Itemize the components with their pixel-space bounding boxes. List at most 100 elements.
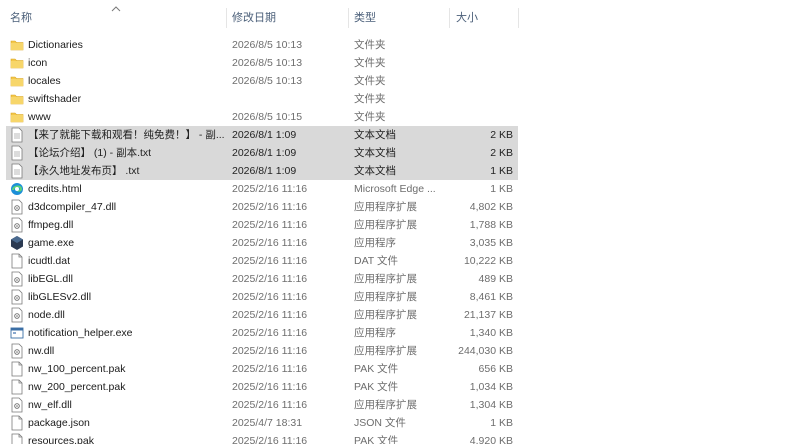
file-type: 应用程序扩展 (354, 309, 417, 321)
file-modified-date: 2025/2/16 11:16 (232, 435, 308, 444)
file-row[interactable]: 【永久地址发布页】 .txt 2026/8/1 1:09 文本文档 1 KB (6, 162, 518, 180)
file-size: 489 KB (478, 273, 513, 285)
file-type: 应用程序 (354, 327, 396, 339)
file-name: credits.html (28, 183, 82, 195)
file-row[interactable]: nw_200_percent.pak 2025/2/16 11:16 PAK 文件 1… (6, 378, 518, 396)
file-row[interactable]: credits.html 2025/2/16 11:16 Microsoft Edg… (6, 180, 518, 198)
file-type: 应用程序扩展 (354, 291, 417, 303)
file-size: 1,304 KB (469, 399, 513, 411)
dll-file-icon (10, 199, 24, 215)
text-file-icon (10, 163, 24, 179)
file-name: 【论坛介绍】 (1) - 副本.txt (28, 147, 152, 159)
file-name: nw_elf.dll (28, 399, 72, 411)
file-modified-date: 2025/2/16 11:16 (232, 381, 308, 393)
file-modified-date: 2026/8/1 1:09 (232, 129, 297, 141)
file-type: 文件夹 (354, 75, 386, 87)
dll-file-icon (10, 307, 24, 323)
file-modified-date: 2025/2/16 11:16 (232, 219, 308, 231)
file-modified-date: 2026/8/5 10:15 (232, 111, 303, 123)
file-modified-date: 2025/2/16 11:16 (232, 201, 308, 213)
file-type: 文件夹 (354, 93, 386, 105)
column-header-size[interactable]: 大小 (452, 8, 518, 28)
column-divider[interactable] (226, 8, 227, 28)
column-header-type[interactable]: 类型 (350, 8, 450, 28)
file-size: 3,035 KB (469, 237, 513, 249)
file-row[interactable]: locales 2026/8/5 10:13 文件夹 (6, 72, 518, 90)
blank-file-icon (10, 415, 24, 431)
file-name: game.exe (28, 237, 75, 249)
dll-file-icon (10, 397, 24, 413)
file-type: 应用程序 (354, 237, 396, 249)
text-file-icon (10, 145, 24, 161)
file-row[interactable]: libEGL.dll 2025/2/16 11:16 应用程序扩展 489 KB (6, 270, 518, 288)
file-modified-date: 2025/2/16 11:16 (232, 183, 308, 195)
file-modified-date: 2026/8/1 1:09 (232, 147, 297, 159)
dll-file-icon (10, 217, 24, 233)
file-row[interactable]: swiftshader 文件夹 (6, 90, 518, 108)
file-size: 1,340 KB (469, 327, 513, 339)
file-name: notification_helper.exe (28, 327, 133, 339)
file-row[interactable]: 【来了就能下载和观看！纯免费！】 - 副... 2026/8/1 1:09 文本文档… (6, 126, 518, 144)
file-modified-date: 2025/2/16 11:16 (232, 273, 308, 285)
file-type: 应用程序扩展 (354, 345, 417, 357)
file-row[interactable]: libGLESv2.dll 2025/2/16 11:16 应用程序扩展 8,461 … (6, 288, 518, 306)
file-list: Dictionaries 2026/8/5 10:13 文件夹 icon 2026/8/… (0, 36, 800, 444)
file-row[interactable]: resources.pak 2025/2/16 11:16 PAK 文件 4,920 … (6, 432, 518, 444)
file-row[interactable]: node.dll 2025/2/16 11:16 应用程序扩展 21,137 KB (6, 306, 518, 324)
file-row[interactable]: notification_helper.exe 2025/2/16 11:16 应用… (6, 324, 518, 342)
file-modified-date: 2026/8/1 1:09 (232, 165, 297, 177)
file-modified-date: 2025/2/16 11:16 (232, 309, 308, 321)
column-divider[interactable] (449, 8, 450, 28)
file-modified-date: 2026/8/5 10:13 (232, 75, 303, 87)
file-type: 应用程序扩展 (354, 201, 417, 213)
file-name: Dictionaries (28, 39, 83, 51)
column-header-date[interactable]: 修改日期 (228, 8, 348, 28)
file-row[interactable]: nw_elf.dll 2025/2/16 11:16 应用程序扩展 1,304 KB (6, 396, 518, 414)
file-name: nw.dll (28, 345, 55, 357)
file-row[interactable]: d3dcompiler_47.dll 2025/2/16 11:16 应用程序扩展 4… (6, 198, 518, 216)
file-row[interactable]: ffmpeg.dll 2025/2/16 11:16 应用程序扩展 1,788 KB (6, 216, 518, 234)
file-modified-date: 2025/2/16 11:16 (232, 363, 308, 375)
file-name: locales (28, 75, 61, 87)
file-type: 应用程序扩展 (354, 273, 417, 285)
file-row[interactable]: nw.dll 2025/2/16 11:16 应用程序扩展 244,030 KB (6, 342, 518, 360)
file-name: package.json (28, 417, 90, 429)
file-row[interactable]: www 2026/8/5 10:15 文件夹 (6, 108, 518, 126)
column-divider[interactable] (518, 8, 519, 28)
edge-icon (10, 181, 24, 197)
column-divider[interactable] (348, 8, 349, 28)
file-size: 4,802 KB (469, 201, 513, 213)
file-size: 244,030 KB (458, 345, 513, 357)
file-size: 21,137 KB (463, 309, 513, 321)
file-row[interactable]: icon 2026/8/5 10:13 文件夹 (6, 54, 518, 72)
blank-file-icon (10, 433, 24, 444)
file-size: 1 KB (490, 417, 513, 429)
file-modified-date: 2026/8/5 10:13 (232, 39, 303, 51)
file-name: ffmpeg.dll (28, 219, 74, 231)
file-modified-date: 2025/2/16 11:16 (232, 345, 308, 357)
text-file-icon (10, 127, 24, 143)
folder-icon (10, 73, 24, 89)
file-name: d3dcompiler_47.dll (28, 201, 117, 213)
file-name: icon (28, 57, 48, 69)
file-row[interactable]: 【论坛介绍】 (1) - 副本.txt 2026/8/1 1:09 文本文档 2 KB (6, 144, 518, 162)
file-size: 1,034 KB (469, 381, 513, 393)
file-size (438, 54, 513, 72)
dll-file-icon (10, 343, 24, 359)
file-type: PAK 文件 (354, 435, 399, 444)
folder-icon (10, 109, 24, 125)
file-name: 【来了就能下载和观看！纯免费！】 - 副... (28, 129, 225, 141)
file-name: libEGL.dll (28, 273, 73, 285)
file-row[interactable]: nw_100_percent.pak 2025/2/16 11:16 PAK 文件 6… (6, 360, 518, 378)
file-modified-date: 2025/2/16 11:16 (232, 291, 308, 303)
file-row[interactable]: package.json 2025/4/7 18:31 JSON 文件 1 KB (6, 414, 518, 432)
file-explorer: 名称 修改日期 类型 大小 Dictionaries 2026/8/5 10:13… (0, 0, 800, 444)
blank-file-icon (10, 361, 24, 377)
file-row[interactable]: game.exe 2025/2/16 11:16 应用程序 3,035 KB (6, 234, 518, 252)
file-modified-date: 2025/2/16 11:16 (232, 237, 308, 249)
file-row[interactable]: icudtl.dat 2025/2/16 11:16 DAT 文件 10,222 KB (6, 252, 518, 270)
file-type: 文本文档 (354, 165, 396, 177)
file-row[interactable]: Dictionaries 2026/8/5 10:13 文件夹 (6, 36, 518, 54)
column-header-name[interactable]: 名称 (6, 8, 226, 28)
file-size: 2 KB (490, 147, 513, 159)
